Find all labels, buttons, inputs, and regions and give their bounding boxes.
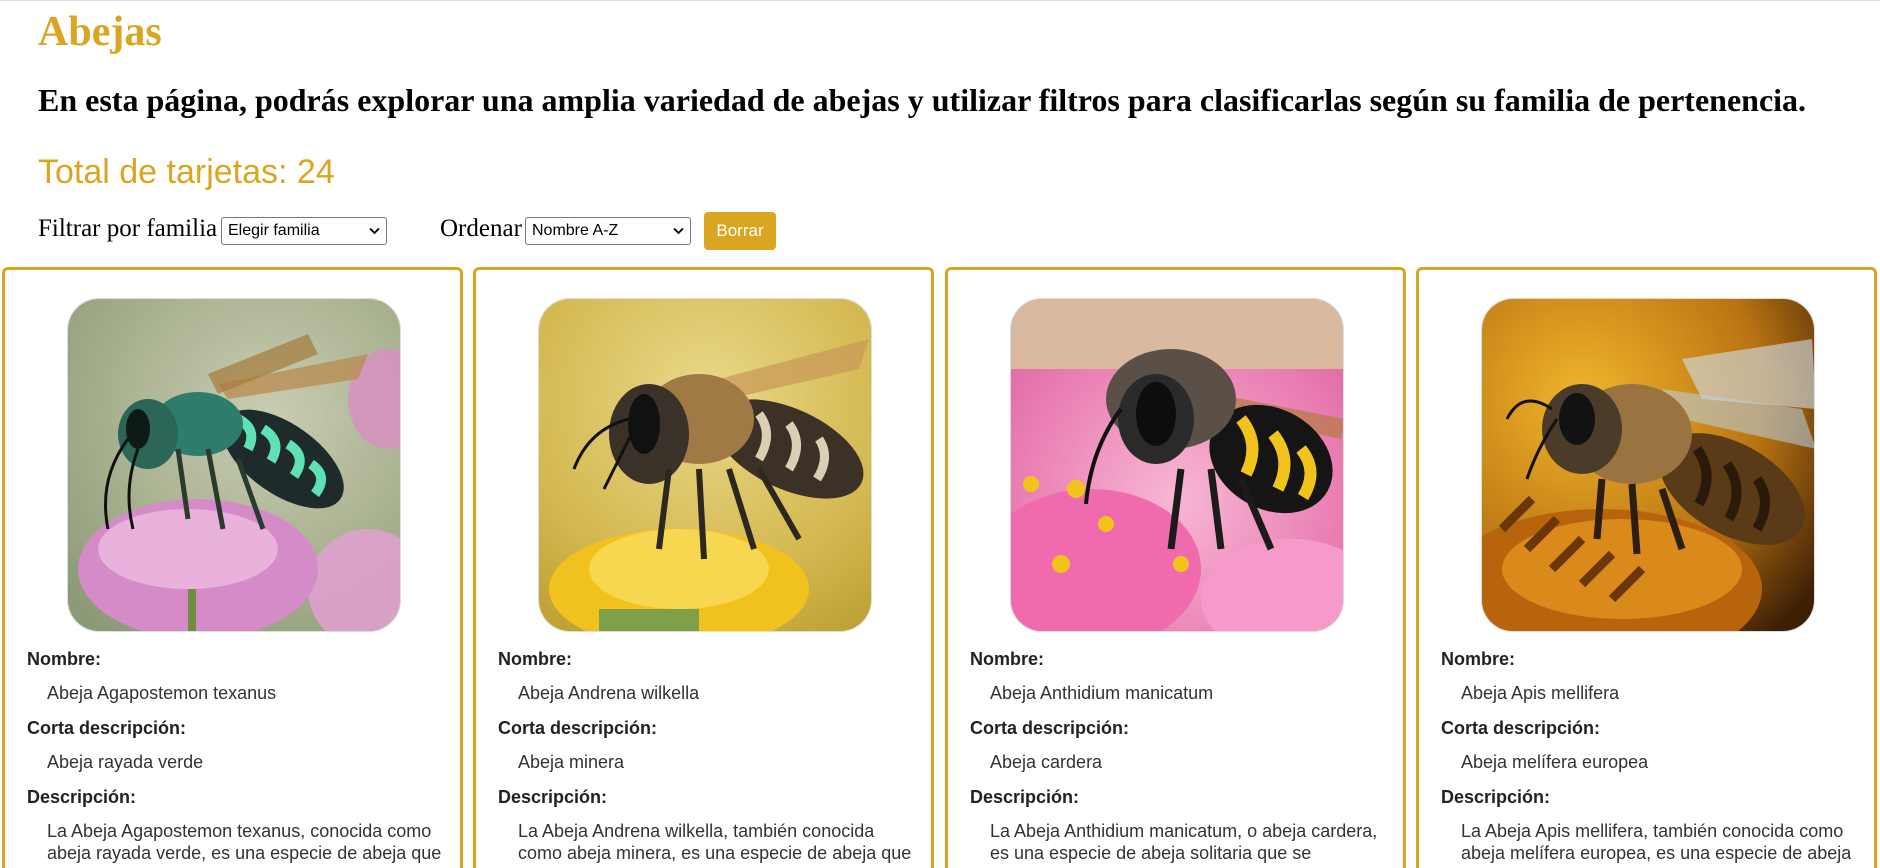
page-title: Abejas xyxy=(38,9,162,55)
description-label: Descripción: xyxy=(27,787,137,807)
total-cards-count: Total de tarjetas: 24 xyxy=(38,153,335,191)
sort-value: Nombre A-Z xyxy=(532,222,619,239)
name-label: Nombre: xyxy=(1441,649,1516,669)
description-label: Descripción: xyxy=(1441,787,1551,807)
bee-name: Abeja Apis mellifera xyxy=(1461,683,1620,703)
controls-bar: Filtrar por familia Elegir familia Orden… xyxy=(38,212,1838,252)
bee-description: La Abeja Anthidium manicatum, o abeja ca… xyxy=(990,821,1378,863)
description-label: Descripción: xyxy=(970,787,1080,807)
description-label: Descripción: xyxy=(498,787,608,807)
chevron-down-icon xyxy=(369,218,380,244)
name-label: Nombre: xyxy=(970,649,1045,669)
bee-card: Nombre: Abeja Apis mellifera Corta descr… xyxy=(1416,267,1877,868)
bee-description: La Abeja Apis mellifera, también conocid… xyxy=(1461,821,1852,863)
bee-image xyxy=(538,298,872,632)
name-label: Nombre: xyxy=(498,649,573,669)
clear-button[interactable]: Borrar xyxy=(704,212,776,250)
bee-short-description: Abeja rayada verde xyxy=(47,752,204,772)
bee-card: Nombre: Abeja Anthidium manicatum Corta … xyxy=(945,267,1406,868)
short-description-label: Corta descripción: xyxy=(1441,718,1601,738)
family-filter-value: Elegir familia xyxy=(228,222,320,239)
filter-label: Filtrar por familia xyxy=(38,215,218,242)
bee-name: Abeja Andrena wilkella xyxy=(518,683,700,703)
bee-card: Nombre: Abeja Andrena wilkella Corta des… xyxy=(473,267,934,868)
bee-short-description: Abeja cardera xyxy=(990,752,1103,772)
sort-label: Ordenar xyxy=(440,215,522,242)
short-description-label: Corta descripción: xyxy=(27,718,187,738)
top-border xyxy=(0,0,1880,1)
short-description-label: Corta descripción: xyxy=(498,718,658,738)
bee-description: La Abeja Agapostemon texanus, conocida c… xyxy=(47,821,442,863)
bee-image xyxy=(1481,298,1815,632)
bee-image xyxy=(67,298,401,632)
bee-name: Abeja Agapostemon texanus xyxy=(47,683,277,703)
bee-short-description: Abeja minera xyxy=(518,752,625,772)
bee-image xyxy=(1010,298,1344,632)
family-filter-select[interactable]: Elegir familia xyxy=(221,217,387,245)
bee-short-description: Abeja melífera europea xyxy=(1461,752,1649,772)
sort-select[interactable]: Nombre A-Z xyxy=(525,217,691,245)
chevron-down-icon xyxy=(673,218,684,244)
bee-card: Nombre: Abeja Agapostemon texanus Corta … xyxy=(2,267,463,868)
page-subtitle: En esta página, podrás explorar una ampl… xyxy=(38,82,1807,118)
bee-name: Abeja Anthidium manicatum xyxy=(990,683,1214,703)
short-description-label: Corta descripción: xyxy=(970,718,1130,738)
cards-grid: Nombre: Abeja Agapostemon texanus Corta … xyxy=(2,267,1880,868)
name-label: Nombre: xyxy=(27,649,102,669)
bee-description: La Abeja Andrena wilkella, también conoc… xyxy=(518,821,912,863)
